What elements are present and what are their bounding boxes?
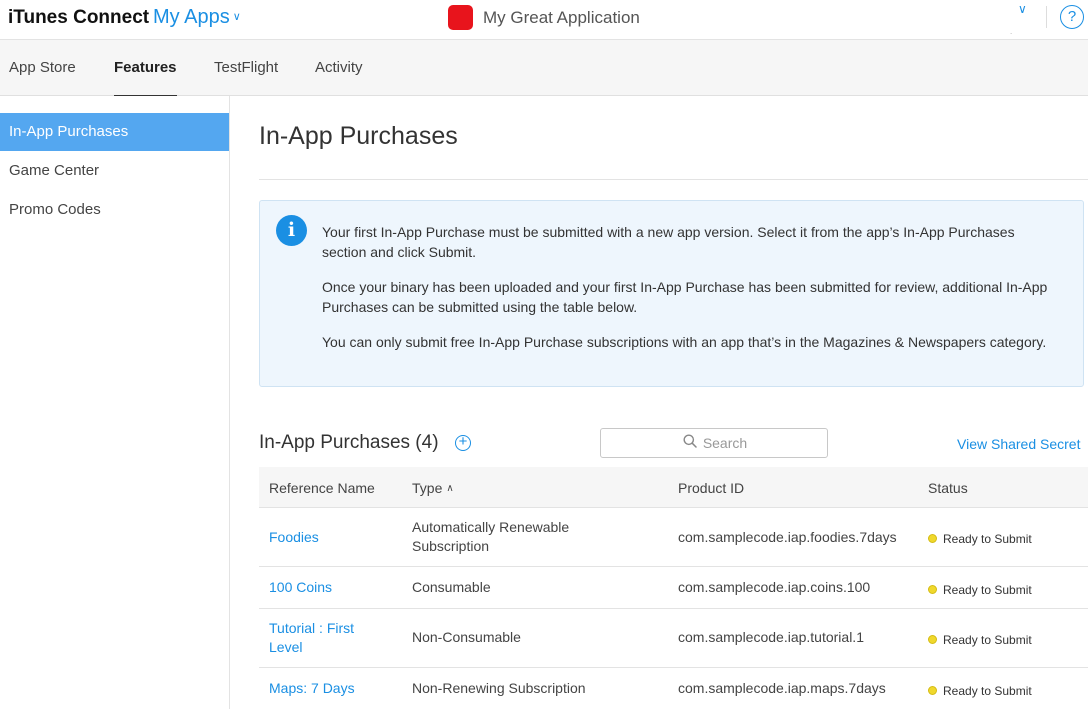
header-divider — [1046, 6, 1047, 28]
row-status: Ready to Submit — [928, 581, 1032, 600]
row-reference-name-link[interactable]: Maps: 7 Days — [269, 679, 389, 698]
status-dot-icon — [928, 585, 937, 594]
row-status: Ready to Submit — [928, 530, 1032, 549]
info-box: i Your first In-App Purchase must be sub… — [259, 200, 1084, 387]
dot-icon: . — [1010, 27, 1013, 36]
sidebar: In-App Purchases Game Center Promo Codes — [0, 96, 230, 709]
app-icon — [448, 5, 473, 30]
sort-ascending-icon: ∧ — [446, 483, 454, 494]
my-apps-label: My Apps — [153, 6, 230, 28]
column-header-type-label: Type — [412, 480, 443, 496]
row-reference-name-link[interactable]: 100 Coins — [269, 578, 389, 597]
info-paragraph-1: Your first In-App Purchase must be submi… — [322, 224, 1015, 260]
page-title: In-App Purchases — [259, 122, 458, 150]
row-product-id: com.samplecode.iap.foodies.7days — [678, 529, 897, 545]
tab-features[interactable]: Features — [114, 59, 177, 96]
table-row: Tutorial : First Level Non-Consumable co… — [259, 609, 1088, 668]
row-product-id: com.samplecode.iap.maps.7days — [678, 680, 886, 696]
sidebar-item-in-app-purchases[interactable]: In-App Purchases — [0, 113, 229, 151]
row-type: Automatically Renewable Subscription — [412, 519, 570, 554]
add-iap-plus-icon[interactable]: + — [455, 434, 471, 451]
account-chevron-down-icon[interactable]: ∨ — [1018, 2, 1027, 16]
app-name: My Great Application — [483, 8, 640, 27]
chevron-down-icon: ∨ — [232, 11, 241, 23]
brand-title: iTunes Connect — [8, 7, 150, 28]
row-status-label: Ready to Submit — [943, 684, 1032, 698]
table-row: 100 Coins Consumable com.samplecode.iap.… — [259, 567, 1088, 609]
row-reference-name-link[interactable]: Tutorial : First Level — [269, 619, 379, 657]
row-type: Consumable — [412, 579, 491, 595]
table-row: Foodies Automatically Renewable Subscrip… — [259, 508, 1088, 567]
status-dot-icon — [928, 534, 937, 543]
row-status-label: Ready to Submit — [943, 633, 1032, 647]
help-button[interactable]: ? — [1060, 5, 1084, 29]
sidebar-item-promo-codes[interactable]: Promo Codes — [0, 191, 229, 229]
row-type: Non-Consumable — [412, 629, 521, 645]
info-icon: i — [276, 215, 307, 246]
table-row: Maps: 7 Days Non-Renewing Subscription c… — [259, 668, 1088, 709]
row-status: Ready to Submit — [928, 631, 1032, 650]
my-apps-menu[interactable]: My Apps ∨ — [153, 6, 241, 29]
tab-bar: App Store Features TestFlight Activity — [0, 40, 1088, 96]
tab-app-store[interactable]: App Store — [9, 59, 76, 76]
search-icon — [683, 434, 697, 448]
column-header-type[interactable]: Type ∧ — [412, 480, 454, 496]
row-status-label: Ready to Submit — [943, 583, 1032, 597]
info-paragraph-3: You can only submit free In-App Purchase… — [322, 334, 1047, 350]
table-header: Reference Name Type ∧ Product ID Status — [259, 467, 1088, 508]
column-header-reference-name[interactable]: Reference Name — [269, 480, 375, 496]
row-status-label: Ready to Submit — [943, 532, 1032, 546]
row-product-id: com.samplecode.iap.tutorial.1 — [678, 629, 864, 645]
top-header: iTunes Connect My Apps ∨ My Great Applica… — [0, 0, 1088, 40]
status-dot-icon — [928, 635, 937, 644]
column-header-status[interactable]: Status — [928, 480, 968, 496]
sidebar-item-game-center[interactable]: Game Center — [0, 152, 229, 190]
search-input[interactable] — [600, 428, 828, 458]
view-shared-secret-link[interactable]: View Shared Secret — [957, 436, 1080, 452]
status-dot-icon — [928, 686, 937, 695]
column-header-product-id[interactable]: Product ID — [678, 480, 744, 496]
row-status: Ready to Submit — [928, 682, 1032, 701]
iap-list-title: In-App Purchases (4) — [259, 432, 439, 453]
tab-testflight[interactable]: TestFlight — [214, 59, 278, 76]
tab-activity[interactable]: Activity — [315, 59, 363, 76]
row-reference-name-link[interactable]: Foodies — [269, 528, 389, 547]
row-type: Non-Renewing Subscription — [412, 680, 586, 696]
title-divider — [259, 179, 1088, 180]
row-product-id: com.samplecode.iap.coins.100 — [678, 579, 871, 595]
info-paragraph-2: Once your binary has been uploaded and y… — [322, 279, 1048, 315]
